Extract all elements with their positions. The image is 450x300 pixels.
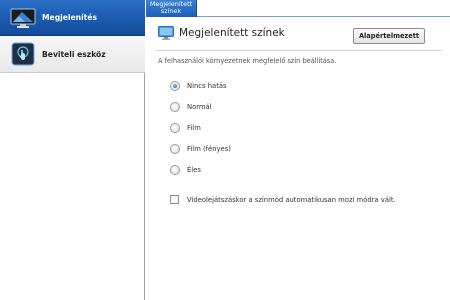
touch-input-icon [10,41,36,67]
radio-label: Normál [187,103,212,111]
auto-cinema-mode-checkbox[interactable] [170,195,179,204]
radio-button[interactable] [170,165,180,175]
radio-option-vivid[interactable]: Éles [170,165,201,175]
default-button[interactable]: Alapértelmezett [353,28,425,44]
display-colors-icon [158,26,174,40]
checkbox-label: Videolejátszáskor a színmód automatikusa… [187,195,396,204]
radio-label: Nincs hatás [187,82,227,90]
panel-header: Megjelenített színek [158,26,285,40]
radio-label: Film [187,124,201,132]
radio-option-film[interactable]: Film [170,123,201,133]
display-icon [10,5,36,31]
tab-label-line2: színek [160,7,182,16]
radio-option-no-effect[interactable]: Nincs hatás [170,81,227,91]
sidebar-item-label: Megjelenítés [42,13,97,22]
radio-label: Film (fényes) [187,145,231,153]
radio-button[interactable] [170,81,180,91]
panel-description: A felhasználói környezetnek megfelelő sz… [158,57,337,65]
settings-panel: Megjelenített színek Alapértelmezett A f… [146,17,450,300]
radio-option-normal[interactable]: Normál [170,102,212,112]
sidebar-item-input-device[interactable]: Beviteli eszköz [0,36,145,73]
panel-title: Megjelenített színek [179,27,285,39]
radio-button[interactable] [170,102,180,112]
sidebar-item-display[interactable]: Megjelenítés [0,0,145,36]
divider [156,50,442,51]
radio-button[interactable] [170,144,180,154]
sidebar-item-label: Beviteli eszköz [42,49,106,59]
auto-cinema-mode-option[interactable]: Videolejátszáskor a színmód automatikusa… [170,195,396,204]
sidebar: Megjelenítés Beviteli eszköz [0,0,145,300]
radio-label: Éles [187,166,201,174]
radio-button[interactable] [170,123,180,133]
tab-bar: Megjelenített színek [146,0,450,17]
tab-display-colors[interactable]: Megjelenített színek [146,0,197,17]
radio-option-film-bright[interactable]: Film (fényes) [170,144,231,154]
